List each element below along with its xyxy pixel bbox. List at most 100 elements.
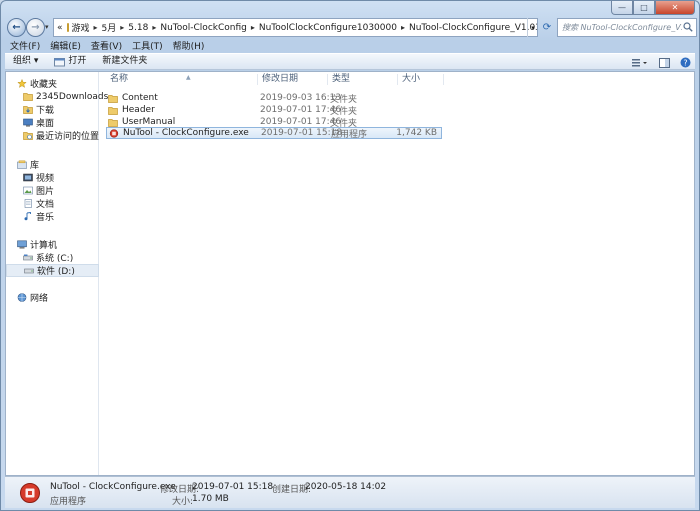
column-header-label: 大小 bbox=[402, 74, 421, 84]
preview-pane-icon[interactable] bbox=[659, 57, 670, 68]
column-header-type[interactable]: 类型 bbox=[328, 74, 398, 85]
sidebar-item-desktop[interactable]: 桌面 bbox=[6, 116, 99, 129]
menu-edit[interactable]: 编辑(E) bbox=[45, 41, 86, 53]
open-icon bbox=[54, 57, 66, 66]
menu-view[interactable]: 查看(V) bbox=[86, 41, 127, 53]
help-icon[interactable]: ? bbox=[680, 57, 691, 68]
sidebar-label: 计算机 bbox=[30, 241, 58, 251]
breadcrumb-item[interactable]: 5月 bbox=[102, 21, 117, 34]
library-icon bbox=[17, 160, 27, 169]
sidebar-label: 图片 bbox=[36, 187, 55, 197]
app-icon bbox=[20, 483, 40, 503]
sidebar-item-network[interactable]: 网络 bbox=[6, 291, 99, 304]
breadcrumb-item[interactable]: NuToolClockConfigure1030000 bbox=[259, 23, 397, 33]
chevron-right-icon[interactable]: ▸ bbox=[152, 23, 156, 32]
sort-ascending-icon: ▲ bbox=[186, 74, 191, 81]
sidebar-item-music[interactable]: 音乐 bbox=[6, 210, 99, 223]
file-row[interactable]: Content 2019-09-03 16:13 文件夹 bbox=[106, 92, 442, 105]
sidebar-item-computer[interactable]: 计算机 bbox=[6, 238, 99, 251]
search-input[interactable] bbox=[562, 23, 682, 32]
file-row[interactable]: Header 2019-07-01 17:46 文件夹 bbox=[106, 104, 442, 117]
file-name: Content bbox=[122, 93, 158, 103]
close-button[interactable]: ✕ bbox=[655, 1, 695, 15]
forward-button[interactable]: → bbox=[26, 18, 45, 37]
breadcrumb-item[interactable]: NuTool-ClockConfigure_V1.03.0000 bbox=[409, 23, 537, 33]
chevron-right-icon[interactable]: ▸ bbox=[401, 23, 405, 32]
sidebar-label: 视频 bbox=[36, 174, 55, 184]
column-header-label: 修改日期 bbox=[262, 74, 299, 84]
sidebar-item-videos[interactable]: 视频 bbox=[6, 171, 99, 184]
back-button[interactable]: ← bbox=[7, 18, 26, 37]
view-options-icon[interactable] bbox=[631, 58, 649, 68]
chevron-right-icon[interactable]: ▸ bbox=[120, 23, 124, 32]
sidebar-item-2345downloads[interactable]: 2345Downloads bbox=[6, 90, 108, 103]
favorites-group: 收藏夹 2345Downloads 下载 桌面 最近访问的位置 bbox=[6, 77, 108, 142]
computer-icon bbox=[17, 240, 27, 249]
chevron-right-icon[interactable]: ▸ bbox=[251, 23, 255, 32]
network-group: 网络 bbox=[6, 291, 99, 304]
documents-icon bbox=[24, 199, 32, 208]
command-bar: 组织 ▾ 打开 新建文件夹 ? bbox=[5, 53, 695, 70]
column-header-size[interactable]: 大小 bbox=[398, 74, 444, 85]
file-name: UserManual bbox=[122, 117, 176, 127]
address-bar[interactable]: « 游戏 ▸ 5月 ▸ 5.18 ▸ NuTool-ClockConfig ▸ … bbox=[53, 18, 538, 37]
details-size-label: 大小: bbox=[172, 497, 194, 507]
minimize-button[interactable]: — bbox=[611, 1, 633, 15]
file-date: 2019-07-01 15:18 bbox=[261, 128, 343, 138]
breadcrumb-item[interactable]: NuTool-ClockConfig bbox=[160, 23, 247, 33]
menu-tools[interactable]: 工具(T) bbox=[127, 41, 168, 53]
search-icon[interactable] bbox=[683, 22, 693, 32]
new-folder-button[interactable]: 新建文件夹 bbox=[94, 53, 155, 70]
new-folder-label: 新建文件夹 bbox=[102, 56, 148, 66]
refresh-icon[interactable]: ⟳ bbox=[539, 18, 555, 37]
navigation-pane: 收藏夹 2345Downloads 下载 桌面 最近访问的位置 库 视频 图片 … bbox=[6, 72, 108, 475]
sidebar-item-drive-d[interactable]: 软件 (D:) bbox=[6, 264, 99, 277]
file-name: NuTool - ClockConfigure.exe bbox=[123, 128, 249, 138]
sidebar-item-pictures[interactable]: 图片 bbox=[6, 184, 99, 197]
sidebar-item-documents[interactable]: 文档 bbox=[6, 197, 99, 210]
svg-text:?: ? bbox=[683, 58, 687, 67]
window-controls: — □ ✕ bbox=[611, 1, 695, 15]
star-icon bbox=[17, 79, 27, 88]
file-size: 1,742 KB bbox=[396, 128, 437, 138]
sidebar-item-favorites[interactable]: 收藏夹 bbox=[6, 77, 99, 90]
address-overflow-icon[interactable]: « bbox=[57, 23, 63, 33]
sidebar-label: 收藏夹 bbox=[30, 80, 58, 90]
column-header-name[interactable]: 名称 ▲ bbox=[106, 74, 258, 85]
organize-button[interactable]: 组织 ▾ bbox=[5, 53, 46, 70]
file-row-selected[interactable]: NuTool - ClockConfigure.exe 2019-07-01 1… bbox=[106, 127, 442, 140]
details-file-name: NuTool - ClockConfigure.exe bbox=[50, 482, 176, 492]
file-list: 名称 ▲ 修改日期 类型 大小 Content 2019-09-03 16:13… bbox=[100, 72, 694, 475]
address-dropdown-icon[interactable]: ▾ bbox=[527, 18, 538, 37]
organize-label: 组织 ▾ bbox=[13, 56, 39, 66]
column-headers: 名称 ▲ 修改日期 类型 大小 bbox=[100, 72, 694, 87]
chevron-right-icon[interactable]: ▸ bbox=[94, 23, 98, 32]
folder-icon bbox=[108, 94, 118, 103]
desktop-icon bbox=[23, 118, 33, 127]
sidebar-item-drive-c[interactable]: 系统 (C:) bbox=[6, 251, 99, 264]
sidebar-item-recent[interactable]: 最近访问的位置 bbox=[6, 129, 99, 142]
maximize-button[interactable]: □ bbox=[633, 1, 655, 15]
open-label: 打开 bbox=[68, 56, 87, 66]
downloads-folder-icon bbox=[23, 106, 33, 114]
history-dropdown-icon[interactable]: ▾ bbox=[45, 23, 49, 31]
details-modified-value: 2019-07-01 15:18 bbox=[192, 482, 274, 492]
search-box[interactable] bbox=[557, 18, 697, 37]
details-created-value: 2020-05-18 14:02 bbox=[305, 482, 387, 492]
column-header-label: 类型 bbox=[332, 74, 351, 84]
open-button[interactable]: 打开 bbox=[46, 53, 94, 70]
sidebar-label: 网络 bbox=[30, 294, 49, 304]
file-name-cell: Header bbox=[106, 105, 256, 115]
folder-icon bbox=[66, 23, 69, 32]
breadcrumb-item[interactable]: 游戏 bbox=[72, 21, 90, 34]
breadcrumb-item[interactable]: 5.18 bbox=[128, 23, 148, 33]
details-pane: NuTool - ClockConfigure.exe 应用程序 修改日期: 2… bbox=[5, 476, 695, 508]
sidebar-label: 文档 bbox=[36, 200, 55, 210]
menu-file[interactable]: 文件(F) bbox=[5, 41, 45, 53]
menu-help[interactable]: 帮助(H) bbox=[168, 41, 210, 53]
pictures-icon bbox=[23, 186, 33, 195]
sidebar-item-libraries[interactable]: 库 bbox=[6, 158, 99, 171]
column-header-date[interactable]: 修改日期 bbox=[258, 74, 328, 85]
sidebar-item-downloads[interactable]: 下载 bbox=[6, 103, 99, 116]
drive-icon bbox=[24, 268, 34, 274]
